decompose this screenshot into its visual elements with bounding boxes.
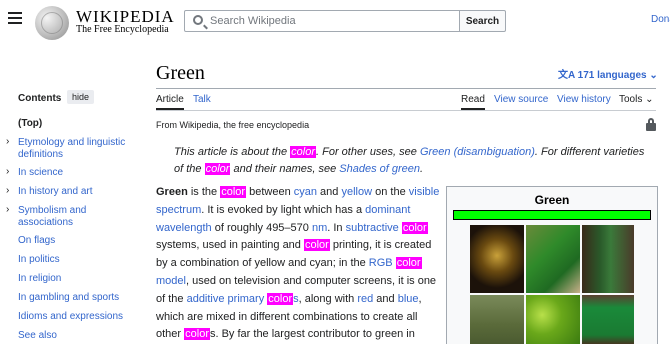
tab-view-source[interactable]: View source <box>494 94 548 105</box>
tab-article[interactable]: Article <box>156 94 184 105</box>
chevron-right-icon[interactable]: › <box>6 185 9 196</box>
toc-title: Contents <box>18 93 62 104</box>
link-yellow[interactable]: yellow <box>341 186 372 198</box>
image-arnolfini-portrait[interactable] <box>582 225 634 293</box>
title-divider <box>156 88 656 89</box>
image-billiard-table[interactable] <box>582 295 634 344</box>
search-placeholder: Search Wikipedia <box>210 15 296 27</box>
infobox-title: Green <box>534 193 570 207</box>
chevron-down-icon: ⌄ <box>645 94 654 105</box>
search-highlight: color <box>184 328 210 341</box>
toc-item-history-art[interactable]: In history and art <box>18 186 130 198</box>
chevron-right-icon[interactable]: › <box>6 204 9 215</box>
link-additive-primary-colors[interactable]: additive primary colors <box>187 292 299 305</box>
chevron-down-icon: ⌄ <box>649 70 658 81</box>
link-subtractive-color[interactable]: subtractive color <box>346 221 428 234</box>
search-highlight: color <box>220 186 247 198</box>
page-title: Green <box>156 62 205 84</box>
search-highlight: color <box>395 257 422 270</box>
tools-menu[interactable]: Tools ⌄ <box>619 94 654 105</box>
toc-item-science[interactable]: In science <box>18 167 130 179</box>
search-button[interactable]: Search <box>459 10 506 32</box>
translate-icon: 文A <box>558 70 575 81</box>
link-blue[interactable]: blue <box>398 293 419 305</box>
toc-item-symbolism[interactable]: Symbolism and associations <box>18 205 130 229</box>
image-soldiers-camouflage[interactable] <box>470 295 524 344</box>
languages-button[interactable]: 文A 171 languages ⌄ <box>558 66 658 81</box>
intro-paragraph: Green is the color between cyan and yell… <box>156 186 440 341</box>
search-highlight: color <box>303 239 330 252</box>
tabs-divider <box>156 110 656 111</box>
search-highlight: color <box>290 146 317 158</box>
search-input[interactable]: Search Wikipedia <box>184 10 460 32</box>
tab-read[interactable]: Read <box>461 94 485 105</box>
chevron-right-icon[interactable]: › <box>6 166 9 177</box>
toc-item-politics[interactable]: In politics <box>18 254 130 266</box>
link-green-disambiguation[interactable]: Green (disambiguation) <box>420 146 535 158</box>
toc-item-religion[interactable]: In religion <box>18 273 130 285</box>
search-highlight: color <box>267 292 294 305</box>
tools-label: Tools <box>619 94 643 105</box>
toc-item-see-also[interactable]: See also <box>18 330 130 342</box>
search-icon <box>193 15 203 25</box>
chevron-right-icon[interactable]: › <box>6 136 9 147</box>
wikipedia-tagline: The Free Encyclopedia <box>76 24 169 35</box>
toc-hide-button[interactable]: hide <box>67 90 95 104</box>
tab-talk[interactable]: Talk <box>193 94 211 105</box>
main-menu-icon[interactable] <box>8 12 22 24</box>
search-highlight: color <box>204 163 231 175</box>
image-green-parrot[interactable] <box>526 225 580 293</box>
site-subtitle: From Wikipedia, the free encyclopedia <box>156 120 310 130</box>
link-cyan[interactable]: cyan <box>294 186 317 198</box>
hatnote: This article is about the color. For oth… <box>174 146 645 175</box>
toc-item-gambling-sports[interactable]: In gambling and sports <box>18 292 130 304</box>
languages-count: 171 languages <box>577 70 647 81</box>
color-swatch <box>453 210 651 220</box>
infobox: Green <box>446 186 658 344</box>
toc-item-idioms[interactable]: Idioms and expressions <box>18 311 130 323</box>
lock-icon[interactable] <box>646 118 656 131</box>
toc-item-flags[interactable]: On flags <box>18 235 130 247</box>
toc-item-etymology[interactable]: Etymology and linguistic definitions <box>18 137 130 161</box>
link-shades-of-green[interactable]: Shades of green <box>339 163 420 175</box>
toc-item-top[interactable]: (Top) <box>18 118 130 130</box>
link-nm[interactable]: nm <box>312 222 327 234</box>
tab-view-history[interactable]: View history <box>557 94 611 105</box>
search-highlight: color <box>401 221 428 234</box>
image-limes[interactable] <box>526 295 580 344</box>
donate-link[interactable]: Donate <box>651 14 670 25</box>
link-red[interactable]: red <box>357 293 373 305</box>
wikipedia-globe-logo[interactable] <box>35 6 69 40</box>
image-emerald-jewel[interactable] <box>470 225 524 293</box>
